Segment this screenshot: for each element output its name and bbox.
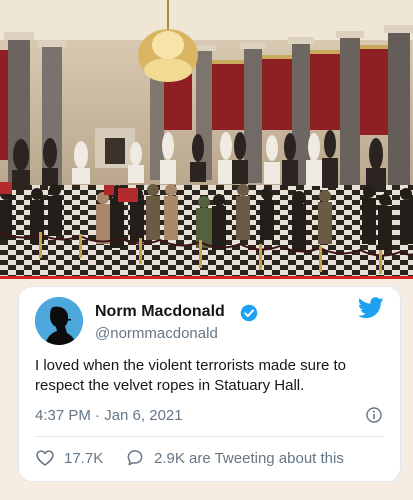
author-handle[interactable]: @normmacdonald bbox=[95, 325, 218, 342]
like-button[interactable]: 17.7K bbox=[35, 448, 103, 468]
speech-bubble-icon bbox=[127, 450, 143, 466]
tweeting-about-count: 2.9K are Tweeting about this bbox=[154, 449, 344, 467]
tweet-text: I loved when the violent terrorists made… bbox=[35, 357, 346, 394]
like-count: 17.7K bbox=[64, 449, 104, 467]
card-separator bbox=[35, 436, 384, 437]
twitter-bird-icon[interactable] bbox=[358, 297, 384, 319]
author-name[interactable]: Norm Macdonald bbox=[95, 303, 225, 321]
verified-badge-icon bbox=[240, 304, 258, 322]
heart-icon bbox=[36, 450, 54, 466]
tweet-card: Norm Macdonald @normmacdonald I loved wh… bbox=[18, 286, 401, 482]
statuary-hall-photo bbox=[0, 0, 413, 276]
flag bbox=[118, 188, 138, 202]
tweet-timestamp[interactable]: 4:37 PM · Jan 6, 2021 bbox=[35, 407, 183, 424]
reply-button[interactable]: 2.9K are Tweeting about this bbox=[125, 448, 344, 468]
profile-silhouette-icon[interactable] bbox=[35, 297, 83, 345]
red-cap bbox=[104, 185, 114, 195]
red-divider bbox=[0, 276, 413, 279]
info-icon[interactable] bbox=[366, 407, 382, 423]
statuary-hall-scene bbox=[0, 0, 413, 276]
